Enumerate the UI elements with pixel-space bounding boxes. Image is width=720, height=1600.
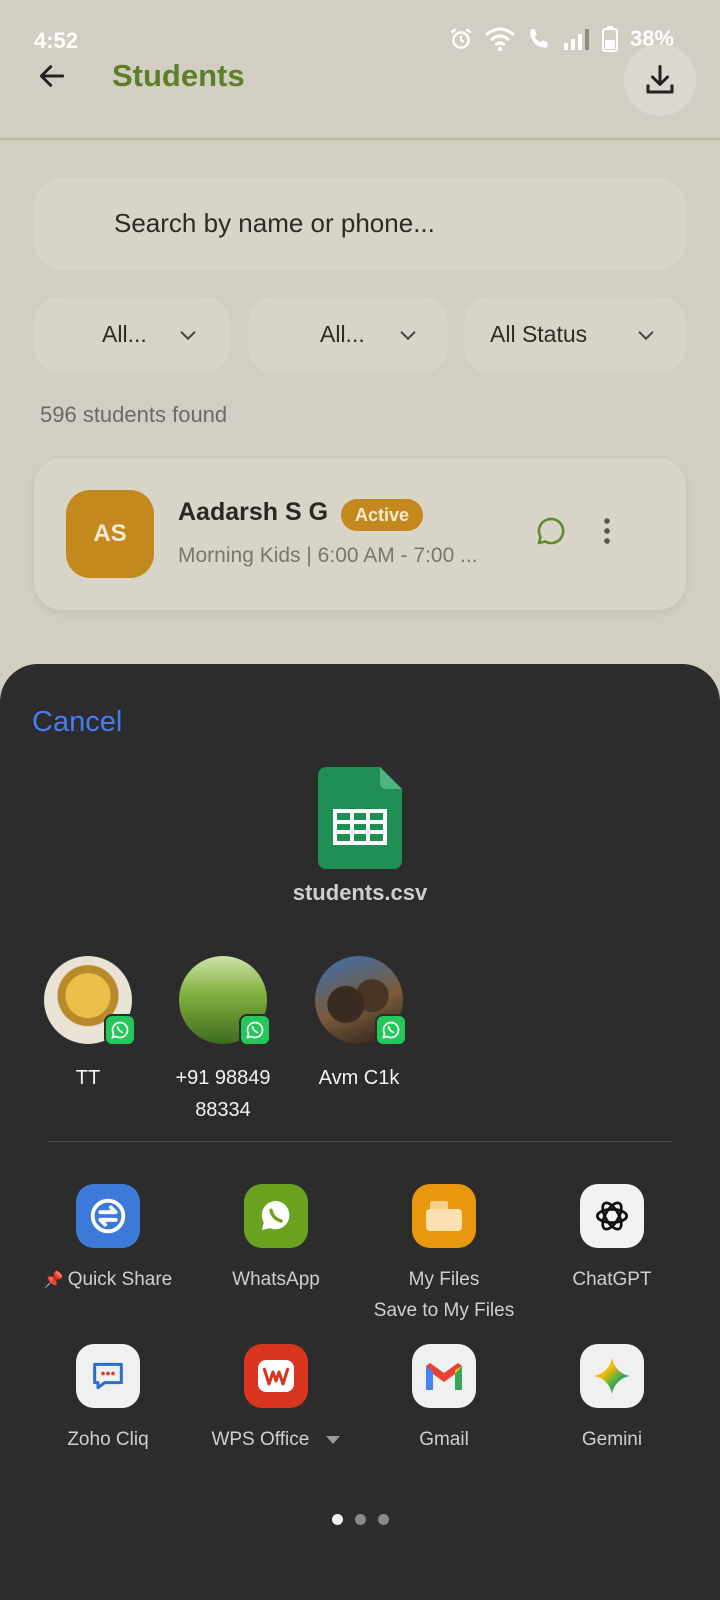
whatsapp-icon	[239, 1014, 271, 1046]
alarm-icon	[450, 28, 472, 49]
app-wps-office[interactable]: WPS Office	[186, 1344, 366, 1455]
results-count: 596 students found	[40, 402, 228, 427]
student-name: Aadarsh S G	[178, 498, 329, 526]
page-dot	[377, 1514, 389, 1525]
battery-icon	[601, 26, 618, 52]
more-vert-icon	[604, 518, 610, 544]
app-label: Zoho Cliq	[67, 1429, 149, 1450]
divider	[48, 1141, 672, 1142]
contact-name-line1: +91 98849	[175, 1067, 271, 1089]
app-zoho-cliq[interactable]: Zoho Cliq	[18, 1344, 198, 1455]
gmail-icon	[412, 1344, 476, 1408]
filter-label: All...	[102, 321, 147, 347]
app-my-files[interactable]: My Files Save to My Files	[354, 1184, 534, 1326]
status-badge: Active	[341, 499, 424, 531]
app-label: WhatsApp	[232, 1269, 320, 1290]
app-label: My Files Save to My Files	[354, 1264, 534, 1326]
app-label: ChatGPT	[572, 1269, 652, 1290]
download-icon	[646, 65, 674, 94]
back-button[interactable]	[32, 56, 72, 96]
page-indicator	[0, 1514, 720, 1525]
app-label: Gmail	[419, 1429, 469, 1450]
pin-icon: 📌	[43, 1272, 64, 1289]
contact-avatar	[44, 956, 136, 1046]
app-label-text: Quick Share	[67, 1269, 173, 1290]
avatar: AS	[66, 490, 154, 578]
app-label: WPS Office	[186, 1424, 366, 1455]
spreadsheet-file-icon	[318, 767, 402, 874]
filter-label: All Status	[490, 321, 588, 347]
status-bar: 4:52 38%	[0, 0, 720, 56]
app-quick-share[interactable]: 📌 Quick Share	[18, 1184, 198, 1296]
chevron-down-icon	[180, 331, 196, 341]
app-label: Gemini	[581, 1429, 643, 1450]
quick-share-icon	[76, 1184, 140, 1248]
app-sublabel: Save to My Files	[373, 1300, 515, 1321]
chevron-down-icon	[400, 331, 416, 341]
status-icons: 38%	[448, 26, 674, 52]
student-card[interactable]: AS Aadarsh S G Active Morning Kids | 6:0…	[34, 458, 686, 610]
page-title: Students	[112, 58, 245, 93]
page-dot-active	[331, 1514, 343, 1525]
wps-office-icon	[244, 1344, 308, 1408]
filter-dropdown-1[interactable]: All...	[34, 297, 230, 373]
arrow-left-icon	[39, 65, 65, 87]
download-button[interactable]	[624, 44, 696, 116]
filter-label: All...	[320, 321, 365, 347]
app-bar: Students	[0, 44, 720, 140]
app-chatgpt[interactable]: ChatGPT	[522, 1184, 702, 1295]
search-input[interactable]: Search by name or phone...	[34, 178, 686, 270]
contact-name-line2: 88334	[195, 1099, 251, 1121]
whatsapp-icon	[104, 1014, 136, 1046]
status-time: 4:52	[34, 28, 79, 53]
contact-avatar	[179, 956, 271, 1046]
my-files-icon	[412, 1184, 476, 1248]
share-sheet: Cancel students.csv TT +91 98849 88334 A…	[0, 664, 720, 1600]
app-gmail[interactable]: Gmail	[354, 1344, 534, 1455]
dropdown-arrow-icon[interactable]	[325, 1435, 341, 1445]
zoho-cliq-icon	[76, 1344, 140, 1408]
contact-share-target[interactable]: Avm C1k	[269, 956, 449, 1094]
chatgpt-icon	[580, 1184, 644, 1248]
student-batch: Morning Kids | 6:00 AM - 7:00 ...	[178, 544, 478, 567]
message-button[interactable]	[534, 514, 568, 553]
page-dot	[354, 1514, 366, 1525]
gemini-icon	[580, 1344, 644, 1408]
contact-name: Avm C1k	[318, 1067, 400, 1089]
more-options-button[interactable]	[600, 514, 614, 553]
cancel-button[interactable]: Cancel	[32, 706, 122, 739]
app-label-text: WPS Office	[211, 1429, 310, 1450]
whatsapp-icon	[375, 1014, 407, 1046]
chevron-down-icon	[638, 331, 654, 341]
wifi-icon	[484, 27, 515, 52]
app-whatsapp[interactable]: WhatsApp	[186, 1184, 366, 1295]
wifi-call-icon	[530, 29, 548, 48]
app-label-text: My Files	[408, 1269, 480, 1290]
whatsapp-icon	[244, 1184, 308, 1248]
search-placeholder: Search by name or phone...	[114, 208, 435, 238]
app-gemini[interactable]: Gemini	[522, 1344, 702, 1455]
file-name: students.csv	[292, 880, 428, 905]
app-label: 📌 Quick Share	[18, 1264, 198, 1296]
contact-avatar	[315, 956, 407, 1046]
filter-dropdown-status[interactable]: All Status	[464, 297, 686, 373]
filter-dropdown-2[interactable]: All...	[248, 297, 448, 373]
chat-bubble-icon	[537, 517, 565, 545]
signal-icon	[563, 29, 589, 50]
